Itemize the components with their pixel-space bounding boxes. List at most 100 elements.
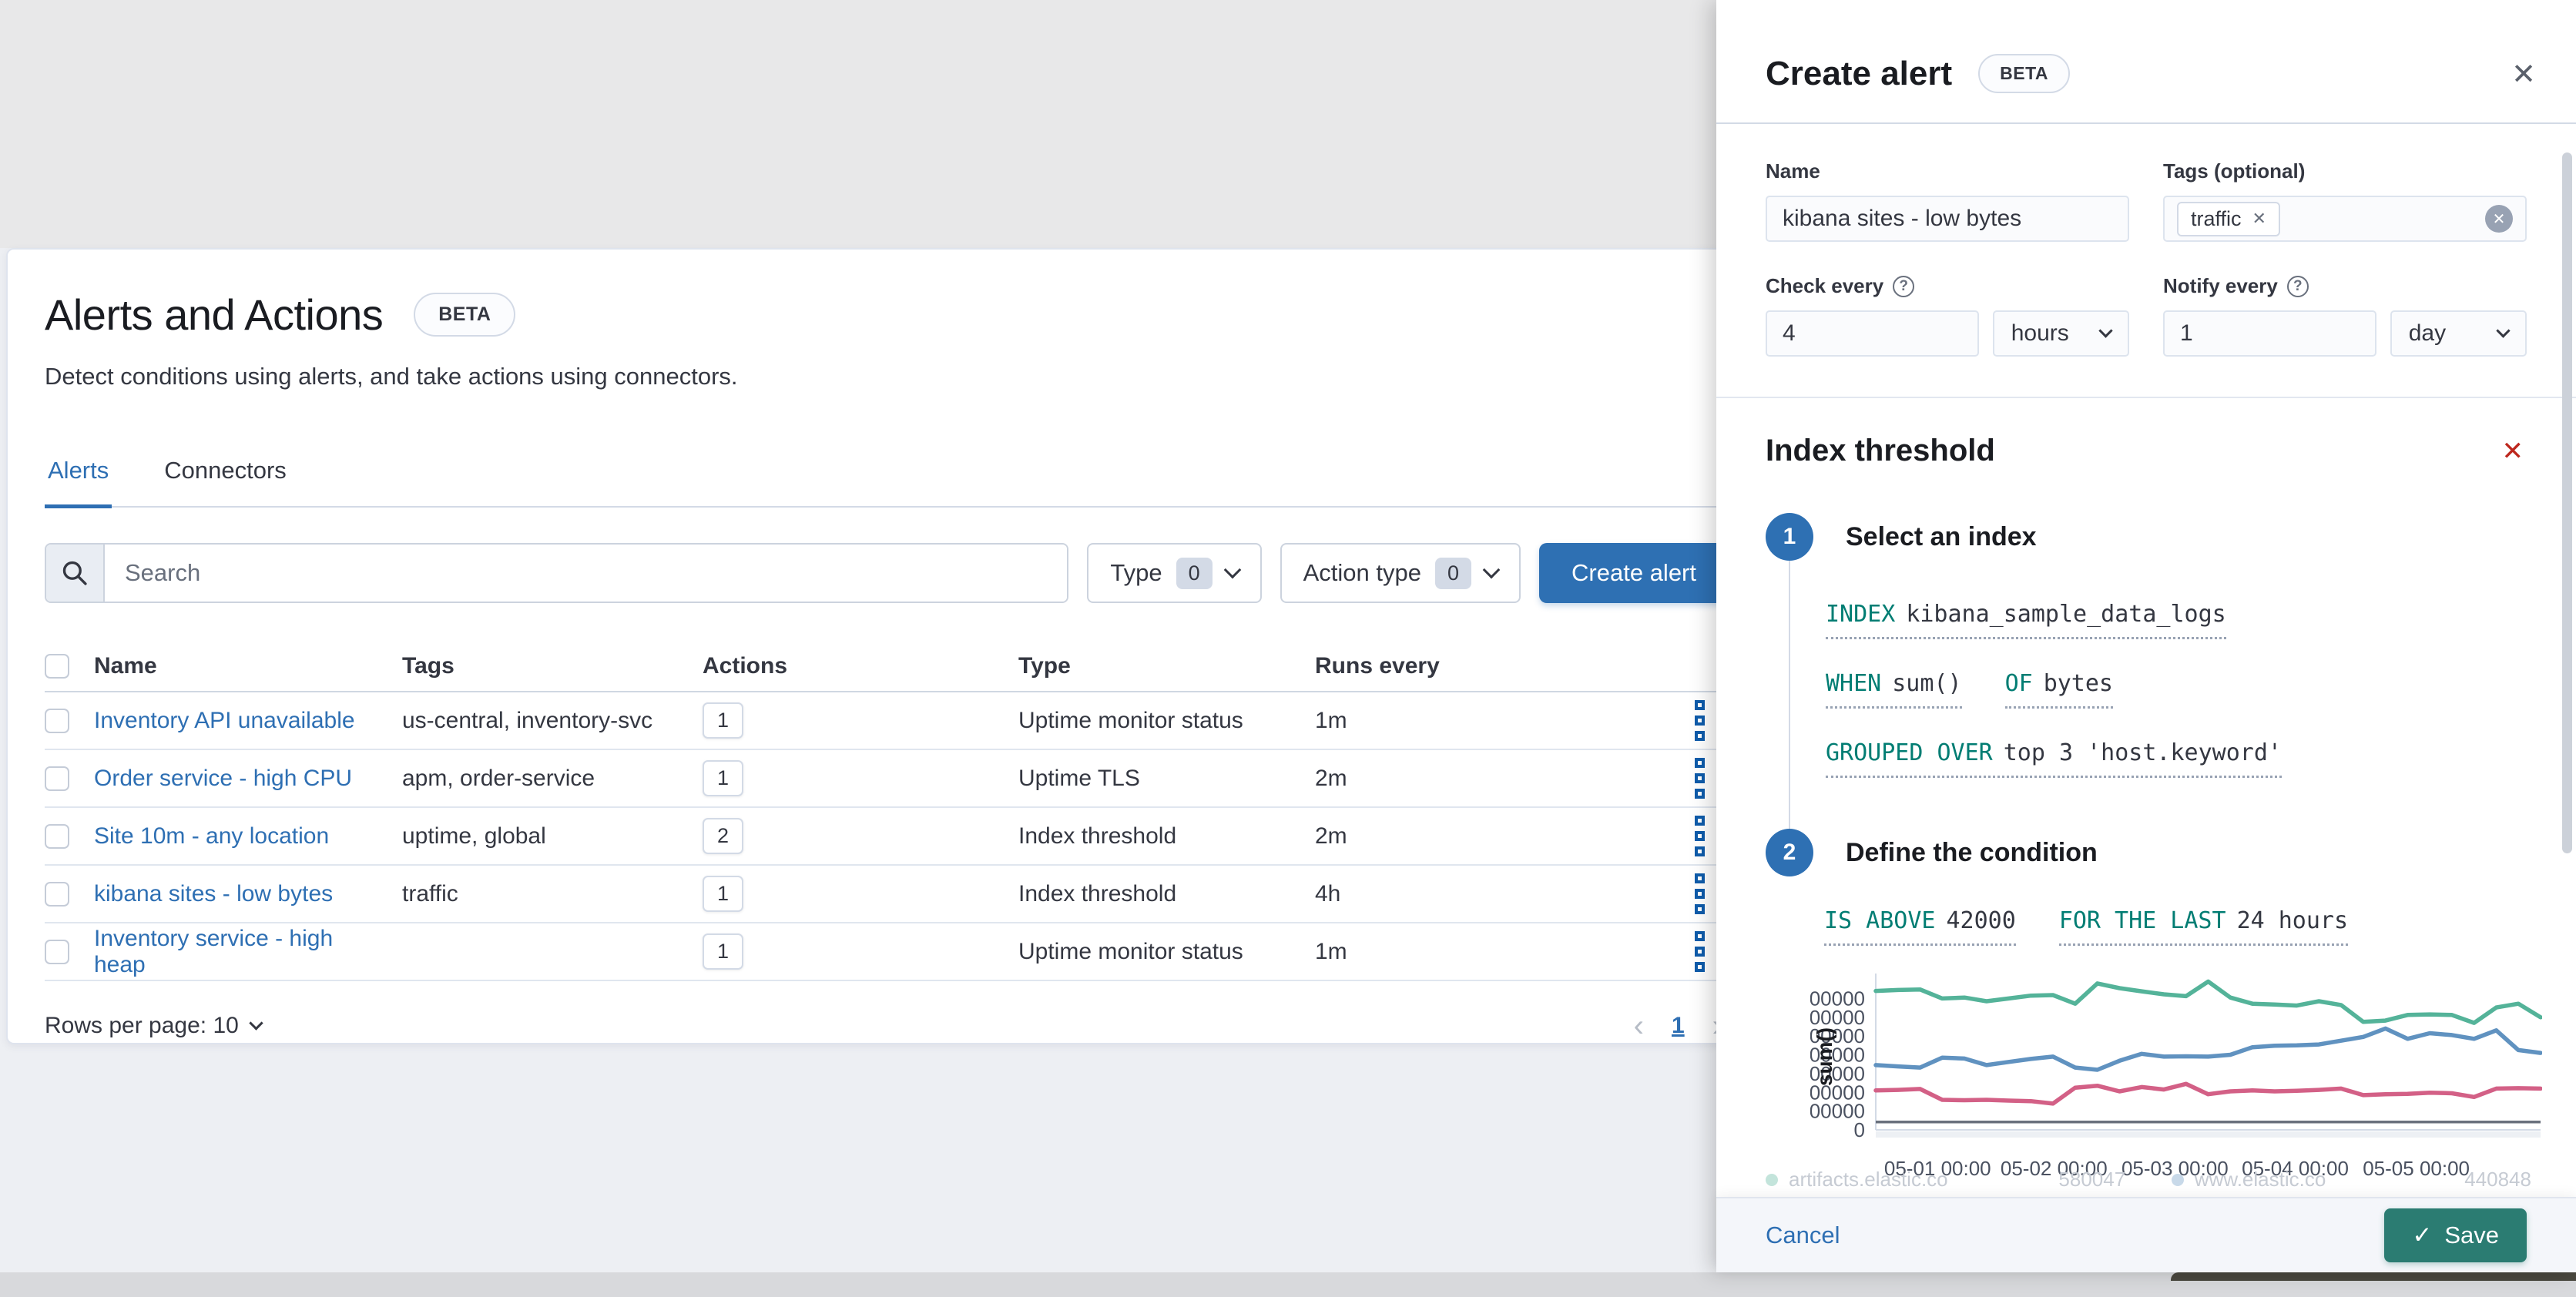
- flyout-footer: Cancel ✓ Save: [1716, 1197, 2576, 1272]
- table-header-row: Name Tags Actions Type Runs every: [45, 642, 1729, 692]
- remove-alert-type-icon[interactable]: ✕: [2499, 435, 2527, 468]
- table-row: Site 10m - any location uptime, global 2…: [45, 808, 1729, 866]
- beta-badge: BETA: [414, 293, 516, 337]
- time-window-expression[interactable]: FOR THE LAST 24 hours: [2058, 907, 2349, 946]
- alert-name-link[interactable]: Inventory service - high heap: [94, 926, 402, 978]
- alert-type: Index threshold: [1018, 823, 1177, 849]
- page-subtitle: Detect conditions using alerts, and take…: [45, 363, 738, 390]
- table-row: Inventory service - high heap 1 Uptime m…: [45, 923, 1729, 981]
- alert-tags: uptime, global: [402, 823, 546, 849]
- search-box: [45, 543, 1069, 603]
- alert-runs-every: 1m: [1315, 938, 1347, 964]
- notify-every-unit-select[interactable]: day: [2390, 310, 2527, 357]
- rows-per-page-selector[interactable]: Rows per page: 10: [45, 1013, 263, 1039]
- alert-type: Uptime monitor status: [1018, 707, 1243, 733]
- check-every-value-input[interactable]: [1766, 310, 1979, 357]
- cancel-button[interactable]: Cancel: [1766, 1222, 1840, 1249]
- tab-connectors[interactable]: Connectors: [161, 457, 290, 506]
- alert-type-title: Index threshold: [1766, 434, 1995, 468]
- column-header-type: Type: [1018, 653, 1071, 679]
- chevron-down-icon: [2098, 323, 2113, 338]
- alert-type: Uptime monitor status: [1018, 938, 1243, 964]
- svg-text:700000: 700000: [1810, 987, 1865, 1010]
- chevron-down-icon: [249, 1015, 263, 1031]
- alert-runs-every: 2m: [1315, 823, 1347, 849]
- name-field-label: Name: [1766, 159, 1820, 183]
- alert-name-link[interactable]: Inventory API unavailable: [94, 708, 402, 734]
- search-icon: [46, 545, 105, 602]
- grouped-over-expression[interactable]: GROUPED OVER top 3 'host.keyword': [1826, 739, 2282, 778]
- step-1-number: 1: [1766, 513, 1813, 561]
- actions-count-badge: 1: [703, 760, 744, 796]
- threshold-preview-chart: 0100000200000300000400000500000600000700…: [1798, 966, 2543, 1201]
- of-expression[interactable]: OF bytes: [2004, 670, 2113, 709]
- check-every-label: Check every: [1766, 274, 1884, 297]
- legend-dot: [1766, 1173, 1778, 1186]
- remove-tag-icon[interactable]: ✕: [2252, 209, 2266, 229]
- row-actions-menu-icon[interactable]: [1682, 869, 1716, 919]
- threshold-expression[interactable]: IS ABOVE 42000: [1824, 907, 2016, 946]
- alert-name-link[interactable]: kibana sites - low bytes: [94, 881, 402, 907]
- chevron-down-icon: [2496, 323, 2511, 338]
- page-title: Alerts and Actions: [45, 290, 384, 339]
- actions-count-badge: 1: [703, 876, 744, 912]
- filter-type-button[interactable]: Type 0: [1087, 543, 1262, 603]
- alert-runs-every: 1m: [1315, 707, 1347, 733]
- legend-label: artifacts.elastic.co: [1789, 1168, 1948, 1191]
- section-divider: [1716, 397, 2576, 398]
- page-number-1[interactable]: 1: [1672, 1013, 1685, 1039]
- tags-combobox[interactable]: traffic ✕ ✕: [2163, 196, 2527, 242]
- row-checkbox[interactable]: [45, 708, 69, 733]
- row-checkbox[interactable]: [45, 823, 69, 849]
- help-icon[interactable]: ?: [2286, 275, 2309, 297]
- row-actions-menu-icon[interactable]: [1682, 811, 1716, 861]
- row-actions-menu-icon[interactable]: [1682, 695, 1716, 746]
- filter-action-type-button[interactable]: Action type 0: [1280, 543, 1521, 603]
- search-input[interactable]: [105, 545, 1068, 602]
- flyout-title: Create alert: [1766, 54, 1953, 92]
- rows-per-page-label: Rows per page: 10: [45, 1013, 239, 1038]
- beta-badge: BETA: [1978, 54, 2071, 93]
- check-icon: ✓: [2412, 1222, 2433, 1248]
- alert-name-link[interactable]: Order service - high CPU: [94, 766, 402, 792]
- bottom-bar-edge: [2171, 1272, 2576, 1281]
- legend-value: 580047: [2058, 1168, 2126, 1191]
- row-checkbox[interactable]: [45, 939, 69, 964]
- select-all-checkbox[interactable]: [45, 654, 69, 679]
- previous-page-button[interactable]: ‹: [1634, 1010, 1644, 1041]
- alert-name-input[interactable]: [1766, 196, 2129, 242]
- alert-type: Index threshold: [1018, 880, 1177, 907]
- alert-name-link[interactable]: Site 10m - any location: [94, 823, 402, 850]
- chart-legend: artifacts.elastic.co 580047 www.elastic.…: [1766, 1168, 2531, 1191]
- notify-every-value-input[interactable]: [2163, 310, 2376, 357]
- line-chart: 0100000200000300000400000500000600000700…: [1798, 974, 2543, 1180]
- tab-bar: Alerts Connectors: [45, 457, 1729, 508]
- close-icon[interactable]: ✕: [2511, 60, 2536, 89]
- row-checkbox[interactable]: [45, 881, 69, 907]
- alert-tags: us-central, inventory-svc: [402, 707, 653, 733]
- alert-tags: traffic: [402, 880, 458, 907]
- legend-dot: [2171, 1173, 2184, 1186]
- help-icon[interactable]: ?: [1893, 275, 1915, 297]
- legend-label: www.elastic.co: [2194, 1168, 2326, 1191]
- when-expression[interactable]: WHEN sum(): [1826, 670, 1962, 709]
- flyout-scrollbar[interactable]: [2562, 152, 2572, 853]
- step-1-title: Select an index: [1846, 521, 2037, 551]
- alert-tags: apm, order-service: [402, 765, 595, 791]
- alerts-table: Name Tags Actions Type Runs every Invent…: [45, 642, 1729, 981]
- tag-pill-traffic[interactable]: traffic ✕: [2177, 201, 2280, 236]
- column-header-name: Name: [94, 653, 157, 679]
- save-button[interactable]: ✓ Save: [2384, 1208, 2527, 1262]
- filter-type-count: 0: [1176, 557, 1213, 589]
- clear-tags-button[interactable]: ✕: [2485, 205, 2513, 233]
- actions-count-badge: 2: [703, 818, 744, 854]
- legend-value: 440848: [2464, 1168, 2531, 1191]
- check-every-unit-select[interactable]: hours: [1992, 310, 2129, 357]
- row-actions-menu-icon[interactable]: [1682, 753, 1716, 803]
- row-checkbox[interactable]: [45, 766, 69, 791]
- index-expression[interactable]: INDEX kibana_sample_data_logs: [1826, 601, 2226, 639]
- alerts-and-actions-panel: Alerts and Actions BETA Detect condition…: [6, 248, 1767, 1044]
- row-actions-menu-icon[interactable]: [1682, 927, 1716, 977]
- create-alert-button[interactable]: Create alert: [1539, 543, 1729, 603]
- tab-alerts[interactable]: Alerts: [45, 457, 112, 508]
